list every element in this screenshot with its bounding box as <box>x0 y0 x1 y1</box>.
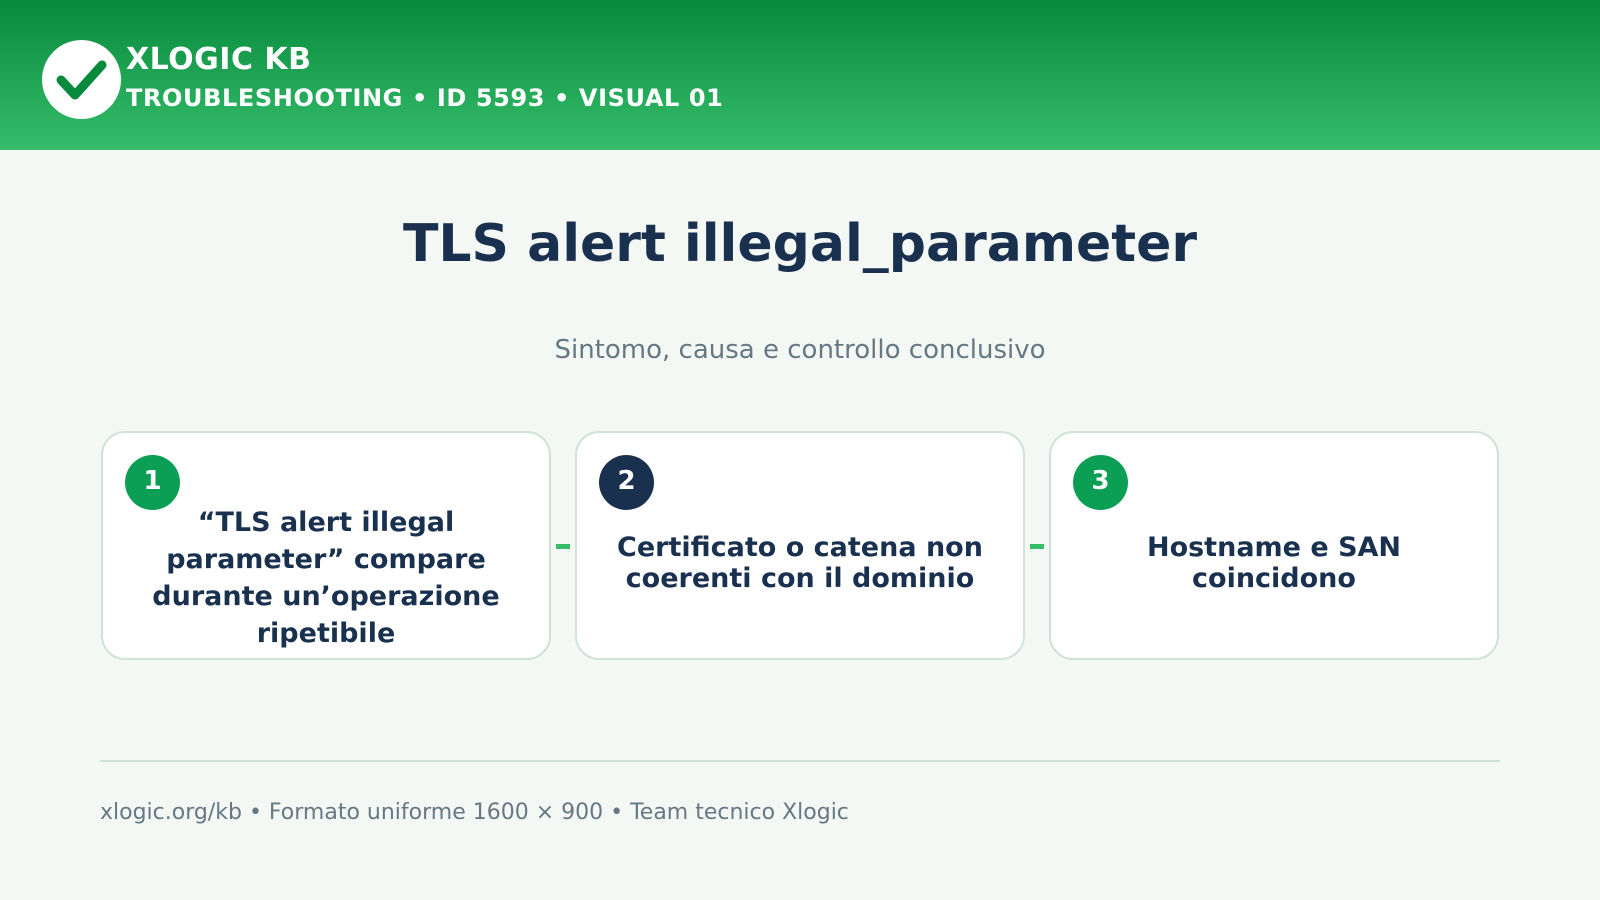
connector-line <box>1030 544 1044 549</box>
step-text: “TLS alert illegal parameter” compare du… <box>152 506 500 649</box>
footer-text: xlogic.org/kb • Formato uniforme 1600 × … <box>100 800 849 825</box>
header-subtitle: TROUBLESHOOTING • ID 5593 • VISUAL 01 <box>126 84 724 112</box>
footer-divider <box>100 760 1500 762</box>
step-card-3: 3 Hostname e SAN coincidono <box>1049 431 1499 660</box>
connector-line <box>556 544 570 549</box>
step-number-badge: 1 <box>125 455 180 510</box>
page-title: TLS alert illegal_parameter <box>402 214 1198 274</box>
step-card-2: 2 Certificato o catena non coerenti con … <box>575 431 1025 660</box>
logo <box>42 40 121 119</box>
step-text: Hostname e SAN coincidono <box>1146 531 1402 594</box>
page-subtitle: Sintomo, causa e controllo conclusivo <box>554 335 1046 365</box>
step-card-1: 1 “TLS alert illegal parameter” compare … <box>101 431 551 660</box>
checkmark-icon <box>56 60 107 100</box>
step-text: Certificato o catena non coerenti con il… <box>617 531 983 594</box>
brand-name: XLOGIC KB <box>126 42 312 77</box>
header-banner: XLOGIC KB TROUBLESHOOTING • ID 5593 • VI… <box>0 0 1600 150</box>
